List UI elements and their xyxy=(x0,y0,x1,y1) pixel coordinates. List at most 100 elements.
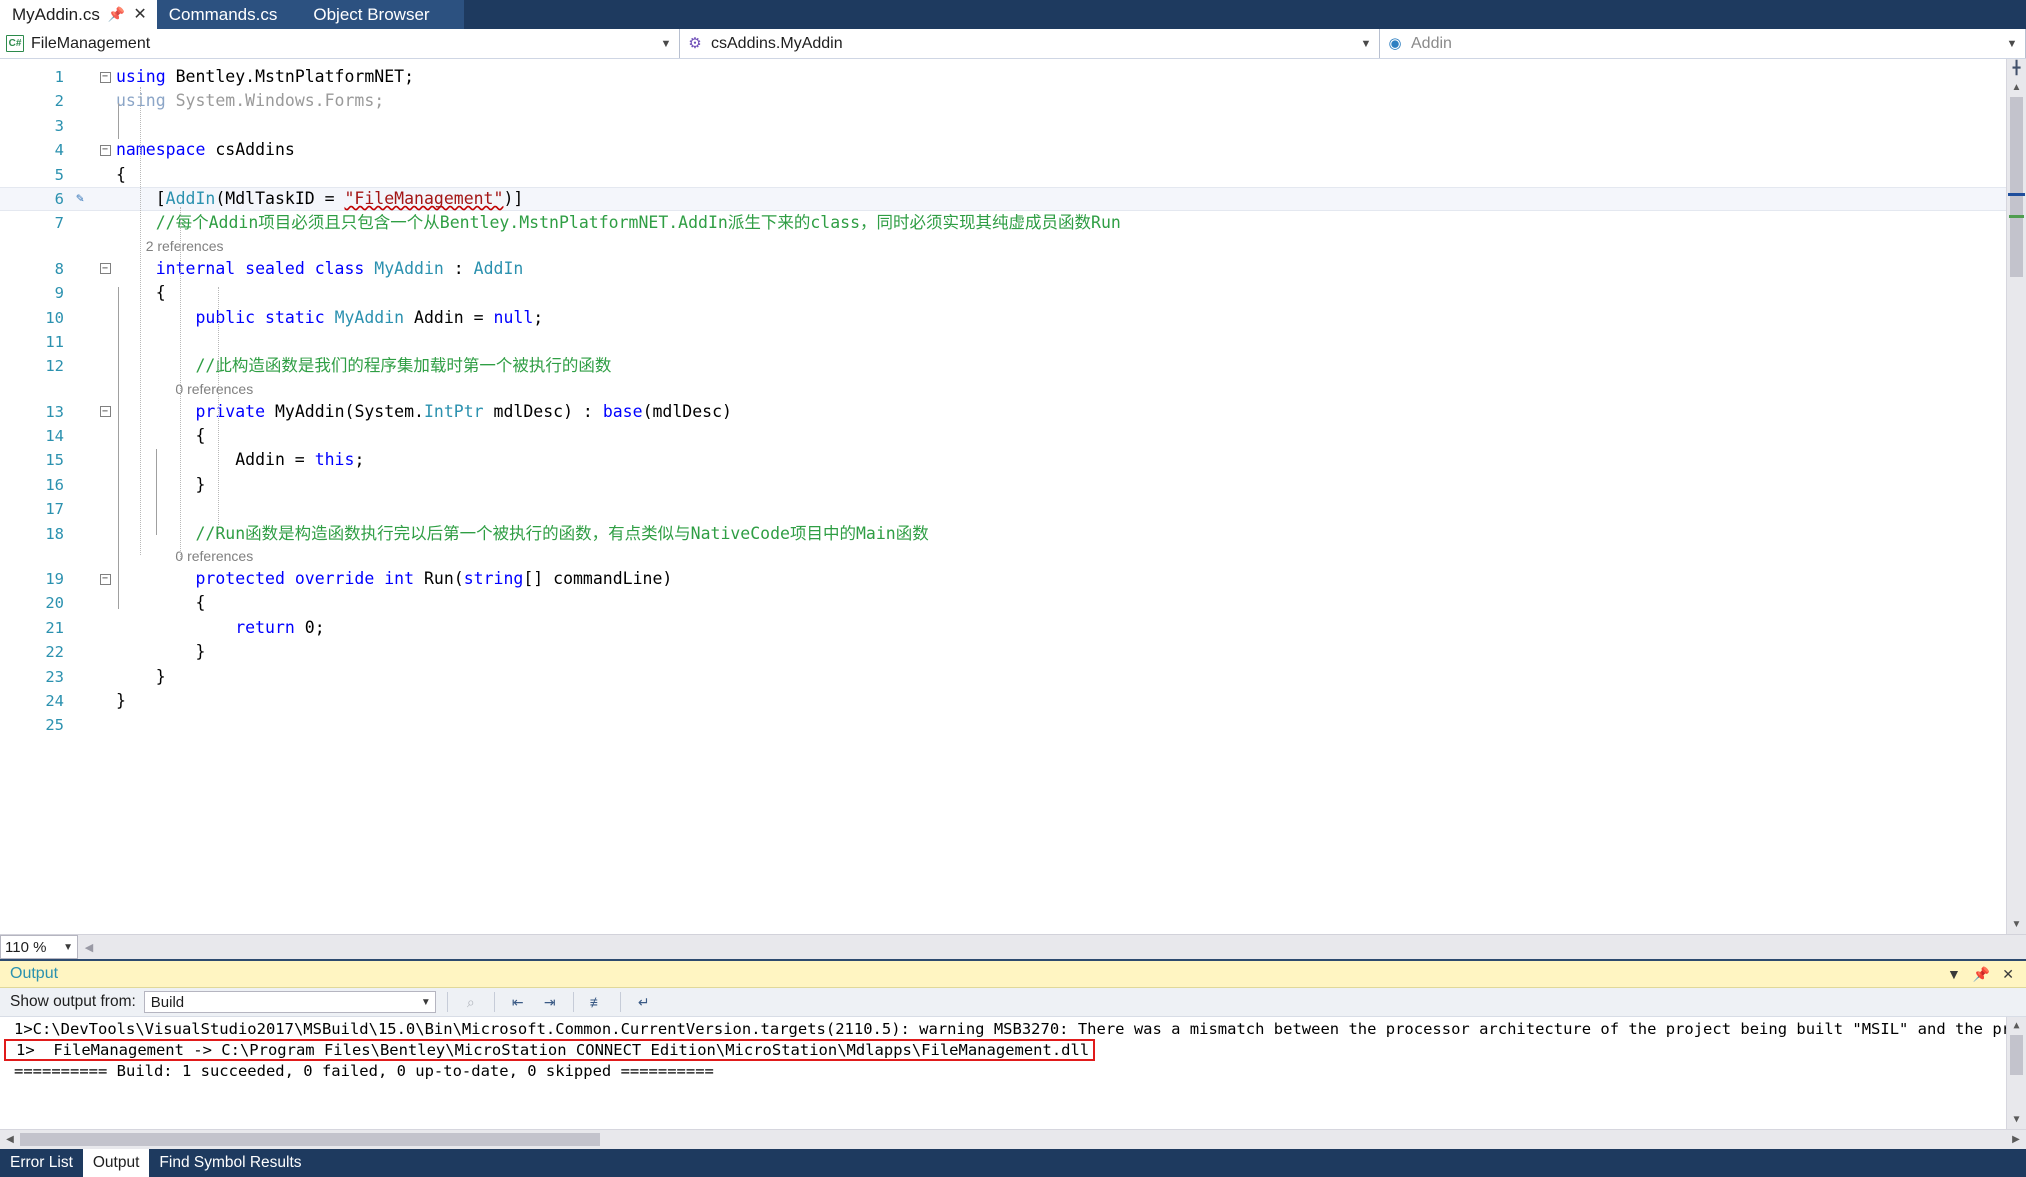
code-line[interactable]: 17 xyxy=(0,497,2006,521)
code-line[interactable]: 2 using System.Windows.Forms; xyxy=(0,89,2006,113)
code-text: //此构造函数是我们的程序集加载时第一个被执行的函数 xyxy=(116,356,612,376)
code-line[interactable]: 25 xyxy=(0,713,2006,737)
collapse-outline-button[interactable]: − xyxy=(94,263,116,275)
codelens-reference-row[interactable]: 0 references xyxy=(0,546,2006,567)
code-line[interactable]: 20 { xyxy=(0,591,2006,615)
scroll-right-button[interactable]: ▶ xyxy=(2006,1134,2026,1145)
pin-icon[interactable]: 📌 xyxy=(1973,967,1990,981)
pin-icon[interactable]: 📌 xyxy=(108,6,125,23)
code-line[interactable]: 24} xyxy=(0,689,2006,713)
type-dropdown[interactable]: ⚙ csAddins.MyAddin ▼ xyxy=(680,29,1380,58)
code-line[interactable]: 3 xyxy=(0,114,2006,138)
scroll-thumb[interactable] xyxy=(2010,97,2023,277)
codelens-reference-row[interactable]: 0 references xyxy=(0,379,2006,400)
tab-myaddin-cs[interactable]: MyAddin.cs 📌 ✕ xyxy=(0,0,157,29)
outline-bracket-guide xyxy=(118,287,119,609)
tab-label: Find Symbol Results xyxy=(159,1154,302,1171)
chevron-down-icon[interactable]: ▼ xyxy=(421,997,431,1008)
scroll-down-button[interactable]: ▼ xyxy=(2007,1111,2026,1129)
split-view-icon[interactable]: ╋ xyxy=(2007,59,2026,77)
find-message-icon[interactable]: ⌕ xyxy=(459,991,483,1013)
code-text: using System.Windows.Forms; xyxy=(116,91,385,111)
output-source-dropdown[interactable]: Build ▼ xyxy=(143,991,436,1013)
code-text: } xyxy=(116,474,206,494)
code-line[interactable]: 16 } xyxy=(0,473,2006,497)
code-line[interactable]: 4 − namespace csAddins xyxy=(0,138,2006,162)
code-line[interactable]: 21 return 0; xyxy=(0,616,2006,640)
line-number: 2 xyxy=(54,92,64,111)
pencil-icon[interactable]: ✎ xyxy=(72,187,88,211)
scroll-track[interactable] xyxy=(2007,97,2026,914)
codelens-reference-count: 0 references xyxy=(175,548,254,565)
output-text-area[interactable]: 1>C:\DevTools\VisualStudio2017\MSBuild\1… xyxy=(0,1017,2026,1129)
toggle-word-wrap-icon[interactable]: ↵ xyxy=(632,991,656,1013)
go-to-next-message-icon[interactable]: ⇥ xyxy=(538,991,562,1013)
scroll-up-button[interactable]: ▲ xyxy=(2007,1017,2026,1035)
bottom-tabs-filler xyxy=(312,1149,2026,1177)
scroll-track[interactable] xyxy=(2007,1035,2026,1111)
code-line[interactable]: 23 } xyxy=(0,665,2006,689)
editor-horizontal-scrollbar[interactable]: ◀ xyxy=(78,935,2026,959)
close-icon[interactable]: ✕ xyxy=(2002,967,2014,981)
chevron-down-icon[interactable]: ▼ xyxy=(1359,38,1373,50)
editor-vertical-scrollbar[interactable]: ╋ ▲ ▼ xyxy=(2006,59,2026,934)
scroll-left-button[interactable]: ◀ xyxy=(0,1134,20,1145)
collapse-outline-button[interactable]: − xyxy=(94,71,116,83)
scroll-up-button[interactable]: ▲ xyxy=(2007,77,2026,97)
code-line[interactable]: 6 ✎ [AddIn(MdlTaskID = "FileManagement")] xyxy=(0,186,2006,212)
tab-error-list[interactable]: Error List xyxy=(0,1149,83,1177)
line-number: 25 xyxy=(45,716,64,735)
code-line[interactable]: 22 } xyxy=(0,640,2006,664)
code-line[interactable]: 14 { xyxy=(0,424,2006,448)
close-icon[interactable]: ✕ xyxy=(133,6,146,23)
line-number: 16 xyxy=(45,475,64,494)
code-editor[interactable]: 1− using Bentley.MstnPlatformNET; 2 using S… xyxy=(0,59,2006,934)
scroll-track[interactable] xyxy=(20,1130,2006,1149)
line-number: 24 xyxy=(45,691,64,710)
output-vertical-scrollbar[interactable]: ▲ ▼ xyxy=(2006,1017,2026,1129)
code-line[interactable]: 18 //Run函数是构造函数执行完以后第一个被执行的函数，有点类似与Nativ… xyxy=(0,522,2006,546)
go-to-previous-message-icon[interactable]: ⇤ xyxy=(506,991,530,1013)
tab-commands-cs[interactable]: Commands.cs xyxy=(156,0,288,29)
output-horizontal-scrollbar[interactable]: ◀ ▶ xyxy=(0,1129,2026,1149)
code-line[interactable]: 10 public static MyAddin Addin = null; xyxy=(0,306,2006,330)
collapse-outline-button[interactable]: − xyxy=(94,406,116,418)
scroll-down-button[interactable]: ▼ xyxy=(2007,914,2026,934)
chevron-down-icon[interactable]: ▼ xyxy=(2005,38,2019,50)
tab-label: Commands.cs xyxy=(168,4,278,24)
codelens-reference-count: 2 references xyxy=(145,238,224,255)
code-text: } xyxy=(116,642,206,662)
codelens-reference-count: 0 references xyxy=(175,380,254,397)
code-line[interactable]: 1 − using Bentley.MstnPlatformNET; xyxy=(0,65,2006,89)
tab-find-symbol-results[interactable]: Find Symbol Results xyxy=(149,1149,311,1177)
codelens-reference-row[interactable]: 2 references xyxy=(0,236,2006,257)
code-line[interactable]: 12 //此构造函数是我们的程序集加载时第一个被执行的函数 xyxy=(0,354,2006,378)
chevron-down-icon[interactable]: ▼ xyxy=(659,38,673,50)
line-number: 21 xyxy=(45,618,64,637)
clear-all-icon[interactable]: ≢ xyxy=(585,991,609,1013)
code-line[interactable]: 11 xyxy=(0,330,2006,354)
code-line[interactable]: 8 − internal sealed class MyAddin : AddIn xyxy=(0,257,2006,281)
show-output-from-label: Show output from: xyxy=(10,993,136,1010)
collapse-outline-button[interactable]: − xyxy=(94,144,116,156)
code-line[interactable]: 5{ xyxy=(0,163,2006,187)
code-line[interactable]: 9 { xyxy=(0,281,2006,305)
scroll-thumb[interactable] xyxy=(20,1133,600,1146)
class-member-icon: ⚙ xyxy=(688,35,702,52)
code-line[interactable]: 7 //每个Addin项目必须且只包含一个从Bentley.MstnPlatfo… xyxy=(0,211,2006,235)
tab-output[interactable]: Output xyxy=(82,1149,150,1177)
member-dropdown[interactable]: ◉ Addin ▼ xyxy=(1380,29,2026,58)
zoom-level-dropdown[interactable]: 110 % ▼ xyxy=(0,935,78,959)
chevron-down-icon[interactable]: ▼ xyxy=(63,942,73,953)
output-title-label: Output xyxy=(10,965,59,982)
scroll-left-button[interactable]: ◀ xyxy=(80,941,98,954)
code-line[interactable]: 19 − protected override int Run(string[] … xyxy=(0,567,2006,591)
collapse-outline-button[interactable]: − xyxy=(94,573,116,585)
scroll-thumb[interactable] xyxy=(2010,1035,2023,1075)
project-dropdown[interactable]: C# FileManagement ▼ xyxy=(0,29,680,58)
chevron-down-icon[interactable]: ▼ xyxy=(1947,967,1961,981)
tab-object-browser[interactable]: Object Browser xyxy=(287,0,464,29)
code-text: public static MyAddin Addin = null; xyxy=(195,307,544,327)
code-line[interactable]: 15 Addin = this; xyxy=(0,448,2006,472)
code-line[interactable]: 13 − private MyAddin(System.IntPtr mdlDes… xyxy=(0,400,2006,424)
